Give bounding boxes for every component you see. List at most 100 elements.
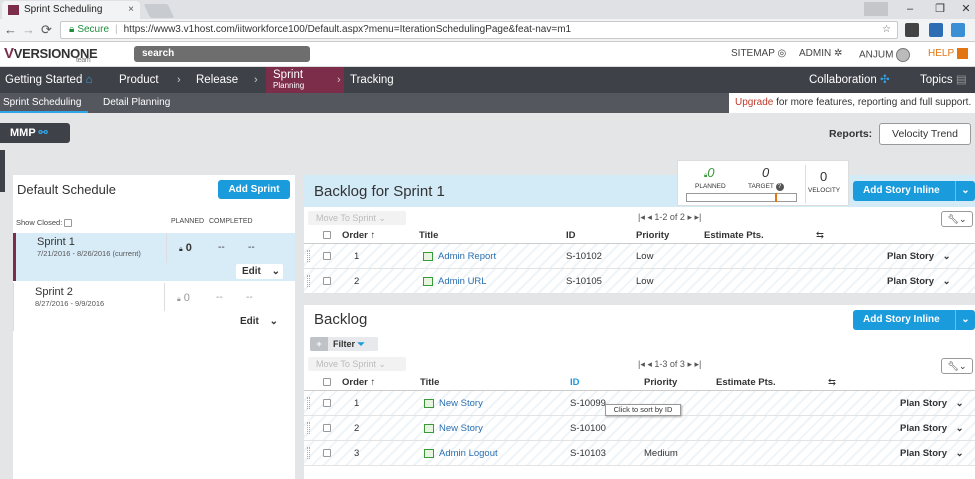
sprint-row[interactable]: Sprint 1 7/21/2016 - 8/26/2016 (current)…	[13, 233, 295, 281]
mmp-button[interactable]: MMP ⚯	[0, 123, 70, 143]
grid-settings-button[interactable]: 🔧︎⌄	[941, 211, 973, 227]
next-page-icon[interactable]: ▸	[687, 359, 692, 369]
row-checkbox[interactable]	[321, 398, 331, 409]
add-story-inline-button[interactable]: Add Story Inline ⌄	[853, 310, 975, 330]
velocity-trend-button[interactable]: Velocity Trend	[879, 123, 971, 145]
url-input[interactable]: 🔒︎ Secure | https://www3.v1host.com/iitwork…	[60, 21, 898, 39]
extension-icon[interactable]	[905, 23, 919, 37]
id-column-header[interactable]: ID	[566, 230, 576, 241]
sitemap-link[interactable]: SITEMAP ◎	[731, 48, 786, 59]
edit-sprint-button[interactable]: Edit ⌄	[236, 264, 283, 279]
bookmark-star-icon[interactable]: ☆	[882, 22, 891, 38]
reload-icon[interactable]: ⟳	[41, 22, 52, 38]
admin-link[interactable]: ADMIN ✲	[799, 48, 842, 59]
left-edge-handle[interactable]	[0, 150, 5, 192]
select-all-checkbox[interactable]	[321, 377, 331, 388]
plan-story-button[interactable]: Plan Story ⌄	[900, 398, 964, 409]
add-sprint-button[interactable]: Add Sprint	[218, 180, 290, 199]
profile-icon[interactable]	[864, 2, 888, 16]
first-page-icon[interactable]: |◂	[638, 359, 645, 369]
table-row[interactable]: 2 Admin URL S-10105 Low Plan Story ⌄	[304, 269, 975, 294]
plan-story-button[interactable]: Plan Story ⌄	[887, 251, 951, 262]
maximize-button[interactable]: ❐	[926, 0, 954, 18]
columns-icon[interactable]: ⇆	[816, 230, 824, 241]
order-column-header[interactable]: Order ↑	[342, 230, 375, 241]
add-story-inline-button[interactable]: Add Story Inline ⌄	[853, 181, 975, 201]
extension-icon[interactable]	[929, 23, 943, 37]
id-column-header[interactable]: ID	[570, 377, 580, 388]
nav-product[interactable]: Product	[119, 67, 159, 93]
planned-label: PLANNED	[695, 183, 726, 190]
nav-release[interactable]: Release	[196, 67, 238, 93]
tab-sprint-scheduling[interactable]: Sprint Scheduling	[0, 93, 88, 113]
row-title[interactable]: Admin Report	[423, 251, 496, 262]
priority-column-header[interactable]: Priority	[644, 377, 677, 388]
move-to-sprint-button[interactable]: Move To Sprint ⌄	[308, 357, 406, 371]
columns-icon[interactable]: ⇆	[828, 377, 836, 388]
title-column-header[interactable]: Title	[419, 230, 438, 241]
next-page-icon[interactable]: ▸	[687, 212, 692, 222]
grid-settings-button[interactable]: 🔧︎⌄	[941, 358, 973, 374]
plan-story-button[interactable]: Plan Story ⌄	[887, 276, 951, 287]
drag-handle[interactable]	[307, 422, 310, 434]
drag-handle[interactable]	[307, 250, 310, 262]
row-checkbox[interactable]	[321, 423, 331, 434]
row-checkbox[interactable]	[321, 251, 331, 262]
last-page-icon[interactable]: ▸|	[695, 359, 702, 369]
table-row[interactable]: 1 Admin Report S-10102 Low Plan Story ⌄	[304, 244, 975, 269]
drag-handle[interactable]	[307, 397, 310, 409]
row-title[interactable]: Admin Logout	[424, 448, 498, 459]
user-menu[interactable]: ANJUM	[859, 48, 911, 62]
title-column-header[interactable]: Title	[420, 377, 439, 388]
versionone-logo[interactable]: VVERSIONONE team	[4, 45, 98, 64]
row-title[interactable]: Admin URL	[423, 276, 487, 287]
last-page-icon[interactable]: ▸|	[695, 212, 702, 222]
upgrade-link[interactable]: Upgrade	[735, 97, 773, 108]
search-input[interactable]: search	[134, 46, 310, 62]
chevron-down-icon: ⌄	[271, 266, 281, 277]
prev-page-icon[interactable]: ◂	[647, 359, 652, 369]
prev-page-icon[interactable]: ◂	[647, 212, 652, 222]
backlog-panel: Backlog + Filter ⏷ Move To Sprint ⌄ |◂ ◂ …	[304, 305, 975, 479]
select-all-checkbox[interactable]	[321, 230, 331, 241]
show-closed-checkbox[interactable]	[64, 219, 73, 228]
sprint-row[interactable]: Sprint 2 8/27/2016 - 9/9/2016 🔒︎ 0 -- --…	[13, 283, 295, 331]
drag-handle[interactable]	[307, 447, 310, 459]
table-row[interactable]: 3 Admin Logout S-10103 Medium Plan Story…	[304, 441, 975, 466]
new-tab-button[interactable]	[143, 4, 175, 18]
table-row[interactable]: 2 New Story S-10100 Plan Story ⌄	[304, 416, 975, 441]
minimize-button[interactable]: –	[896, 0, 924, 18]
filter-button[interactable]: + Filter ⏷	[310, 337, 378, 351]
row-checkbox[interactable]	[321, 448, 331, 459]
tab-detail-planning[interactable]: Detail Planning	[103, 93, 170, 113]
forward-arrow-icon[interactable]: →	[22, 22, 35, 38]
edit-sprint-button[interactable]: Edit ⌄	[234, 314, 281, 329]
nav-sprint-planning[interactable]: Sprint Planning	[266, 67, 344, 93]
back-arrow-icon[interactable]: ←	[4, 22, 17, 38]
chevron-down-icon[interactable]: ⌄	[955, 181, 975, 201]
nav-topics[interactable]: Topics ▤	[920, 67, 967, 93]
extension-icon[interactable]	[951, 23, 965, 37]
nav-tracking[interactable]: Tracking	[350, 67, 394, 93]
chevron-down-icon[interactable]: ⌄	[955, 310, 975, 330]
help-link[interactable]: HELP	[928, 48, 968, 59]
row-title[interactable]: New Story	[424, 398, 483, 409]
estimate-column-header[interactable]: Estimate Pts.	[716, 377, 776, 388]
close-window-button[interactable]: ✕	[952, 0, 975, 18]
nav-getting-started[interactable]: Getting Started ⌂	[5, 67, 93, 93]
tab-close-icon[interactable]: ×	[128, 1, 134, 19]
priority-column-header[interactable]: Priority	[636, 230, 669, 241]
row-title[interactable]: New Story	[424, 423, 483, 434]
order-column-header[interactable]: Order ↑	[342, 377, 375, 388]
show-closed-toggle[interactable]: Show Closed:	[16, 218, 73, 228]
plan-story-button[interactable]: Plan Story ⌄	[900, 423, 964, 434]
estimate-column-header[interactable]: Estimate Pts.	[704, 230, 764, 241]
browser-tab[interactable]: Sprint Scheduling ×	[2, 1, 140, 19]
nav-collaboration[interactable]: Collaboration ✣	[809, 67, 890, 93]
plan-story-button[interactable]: Plan Story ⌄	[900, 448, 964, 459]
row-checkbox[interactable]	[321, 276, 331, 287]
first-page-icon[interactable]: |◂	[638, 212, 645, 222]
move-to-sprint-button[interactable]: Move To Sprint ⌄	[308, 211, 406, 225]
help-icon[interactable]: ?	[775, 183, 784, 191]
drag-handle[interactable]	[307, 275, 310, 287]
